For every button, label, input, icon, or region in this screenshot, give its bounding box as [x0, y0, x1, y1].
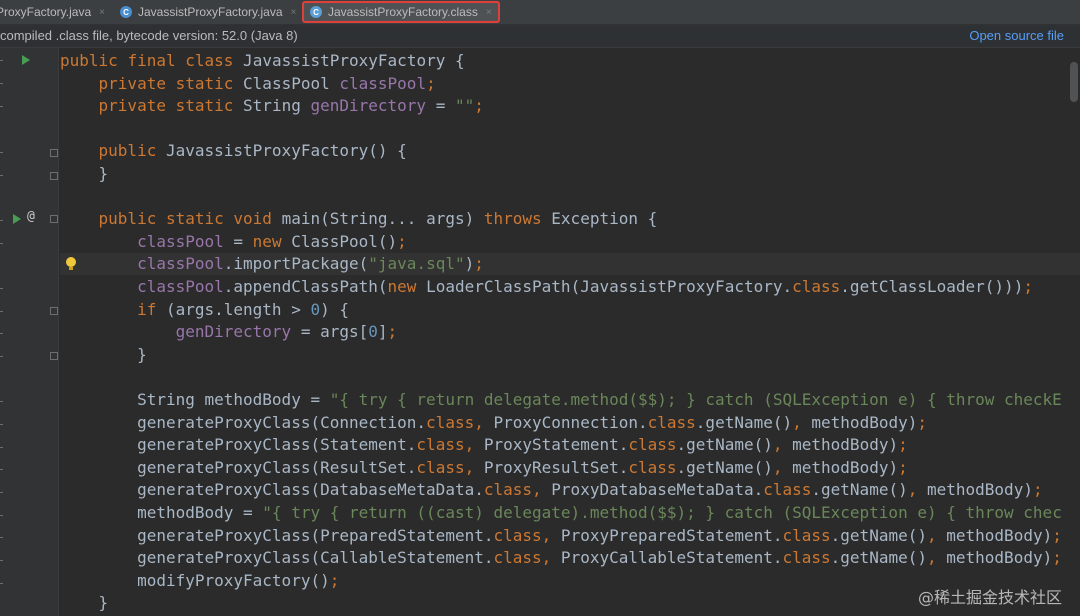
- code-line[interactable]: public final class JavassistProxyFactory…: [60, 50, 465, 72]
- banner-message: compiled .class file, bytecode version: …: [0, 28, 298, 43]
- tab-proxyfactory-java[interactable]: ProxyFactory.java ×: [0, 0, 105, 24]
- code-line[interactable]: generateProxyClass(CallableStatement.cla…: [60, 547, 1062, 569]
- code-line[interactable]: modifyProxyFactory();: [60, 570, 339, 592]
- gutter-tick: [0, 515, 3, 516]
- fold-marker-icon[interactable]: [50, 307, 58, 315]
- code-line[interactable]: }: [60, 344, 147, 366]
- gutter-tick: [0, 560, 3, 561]
- gutter-tick: [0, 356, 3, 357]
- code-line[interactable]: generateProxyClass(Statement.class, Prox…: [60, 434, 908, 456]
- gutter-tick: [0, 537, 3, 538]
- editor-tab-bar: ProxyFactory.java × C JavassistProxyFact…: [0, 0, 1080, 25]
- code-line[interactable]: generateProxyClass(ResultSet.class, Prox…: [60, 457, 908, 479]
- close-icon[interactable]: ×: [486, 7, 492, 18]
- vertical-scrollbar-thumb[interactable]: [1070, 62, 1078, 102]
- fold-marker-icon[interactable]: [50, 172, 58, 180]
- gutter-tick: [0, 106, 3, 107]
- fold-marker-icon[interactable]: [50, 215, 58, 223]
- code-line[interactable]: classPool = new ClassPool();: [60, 231, 407, 253]
- decompiled-info-banner: compiled .class file, bytecode version: …: [0, 25, 1080, 48]
- gutter-tick: [0, 152, 3, 153]
- run-class-icon[interactable]: [22, 55, 30, 65]
- gutter-tick: [0, 333, 3, 334]
- gutter-tick: [0, 288, 3, 289]
- code-line[interactable]: private static ClassPool classPool;: [60, 73, 436, 95]
- run-main-icon[interactable]: [13, 214, 21, 224]
- code-line[interactable]: public static void main(String... args) …: [60, 208, 658, 230]
- code-line[interactable]: String methodBody = "{ try { return dele…: [60, 389, 1062, 411]
- code-line[interactable]: public JavassistProxyFactory() {: [60, 140, 407, 162]
- code-line[interactable]: generateProxyClass(Connection.class, Pro…: [60, 412, 927, 434]
- close-icon[interactable]: ×: [291, 7, 297, 18]
- watermark: @稀土掘金技术社区: [917, 588, 1062, 607]
- open-source-file-link[interactable]: Open source file: [969, 28, 1064, 43]
- code-line[interactable]: methodBody = "{ try { return ((cast) del…: [60, 502, 1062, 524]
- gutter-tick: [0, 220, 3, 221]
- gutter-tick: [0, 447, 3, 448]
- java-class-icon: C: [120, 6, 132, 18]
- gutter-tick: [0, 175, 3, 176]
- tab-javassistproxyfactory-java[interactable]: C JavassistProxyFactory.java ×: [120, 0, 296, 24]
- gutter-tick: [0, 83, 3, 84]
- code-line[interactable]: generateProxyClass(DatabaseMetaData.clas…: [60, 479, 1043, 501]
- tab-javassistproxyfactory-class[interactable]: C JavassistProxyFactory.class ×: [302, 1, 500, 23]
- fold-marker-icon[interactable]: [50, 352, 58, 360]
- code-line[interactable]: classPool.appendClassPath(new LoaderClas…: [60, 276, 1033, 298]
- code-line[interactable]: }: [60, 163, 109, 185]
- code-line[interactable]: classPool.importPackage("java.sql");: [60, 253, 1080, 276]
- gutter-tick: [0, 492, 3, 493]
- override-marker-icon[interactable]: @: [27, 209, 35, 224]
- gutter-tick: [0, 243, 3, 244]
- tab-label: ProxyFactory.java: [0, 5, 92, 19]
- editor-gutter: @: [0, 48, 59, 616]
- gutter-tick: [0, 60, 3, 61]
- tab-label: JavassistProxyFactory.java: [138, 5, 283, 19]
- code-line[interactable]: private static String genDirectory = "";: [60, 95, 484, 117]
- gutter-tick: [0, 469, 3, 470]
- tab-label: JavassistProxyFactory.class: [328, 5, 478, 19]
- gutter-tick: [0, 424, 3, 425]
- close-icon[interactable]: ×: [99, 7, 105, 18]
- class-file-icon: C: [310, 6, 322, 18]
- code-editor[interactable]: public final class JavassistProxyFactory…: [60, 48, 1080, 616]
- fold-marker-icon[interactable]: [50, 149, 58, 157]
- code-line[interactable]: generateProxyClass(PreparedStatement.cla…: [60, 525, 1062, 547]
- code-line[interactable]: }: [60, 592, 109, 614]
- code-line[interactable]: genDirectory = args[0];: [60, 321, 398, 343]
- gutter-tick: [0, 583, 3, 584]
- code-line[interactable]: if (args.length > 0) {: [60, 299, 349, 321]
- gutter-tick: [0, 311, 3, 312]
- gutter-tick: [0, 401, 3, 402]
- lightbulb-intention-icon[interactable]: [66, 257, 76, 270]
